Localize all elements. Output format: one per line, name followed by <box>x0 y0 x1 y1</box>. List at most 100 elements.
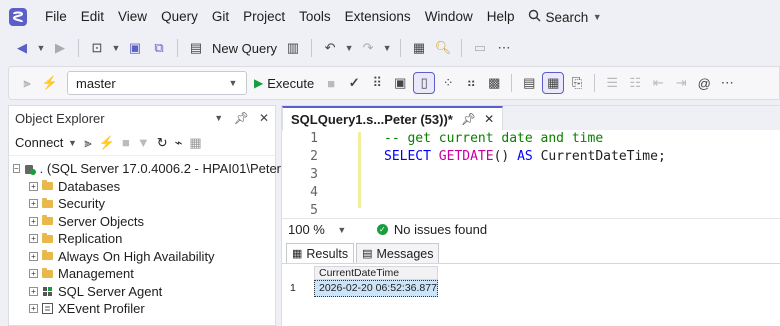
expand-icon[interactable]: + <box>29 304 38 314</box>
tab-results[interactable]: ▦ Results <box>286 243 355 263</box>
estimated-plan-icon[interactable]: ⠿ <box>367 73 387 93</box>
menu-file[interactable]: File <box>38 0 74 34</box>
results-to-file-icon[interactable]: ▯ <box>413 72 436 94</box>
menu-tools[interactable]: Tools <box>292 0 338 34</box>
menu-edit[interactable]: Edit <box>74 0 111 34</box>
save-all-icon[interactable]: ⧉ <box>149 38 169 58</box>
menu-git[interactable]: Git <box>205 0 236 34</box>
save-icon[interactable]: ▣ <box>125 38 145 58</box>
tree-node-replication[interactable]: + Replication <box>9 230 275 248</box>
folder-icon <box>42 250 53 261</box>
menu-help[interactable]: Help <box>480 0 522 34</box>
function-getdate: GETDATE <box>438 149 494 164</box>
change-connection-icon[interactable]: ⚡ <box>40 73 60 93</box>
summary-icon[interactable]: ▦ <box>189 135 201 151</box>
refresh-icon[interactable]: ↻ <box>157 135 168 151</box>
close-icon[interactable]: ✕ <box>259 111 269 125</box>
pin-icon[interactable]: 📌︎ <box>461 112 476 126</box>
server-icon <box>24 163 36 175</box>
menu-extensions[interactable]: Extensions <box>338 0 418 34</box>
line-number: 1 <box>310 131 318 147</box>
tree-node-xevent-profiler[interactable]: + XEvent Profiler <box>9 300 275 318</box>
specify-template-values-icon[interactable]: @ <box>694 73 714 93</box>
disconnect-icon[interactable]: ⚡ <box>99 135 115 151</box>
increase-indent-icon[interactable]: ⇥ <box>671 73 691 93</box>
tree-node-always-on[interactable]: + Always On High Availability <box>9 248 275 266</box>
menu-project[interactable]: Project <box>236 0 292 34</box>
menu-window[interactable]: Window <box>418 0 480 34</box>
new-query-button[interactable]: New Query <box>210 41 279 56</box>
activity-icon[interactable]: ⌁ <box>175 135 183 151</box>
search-button[interactable]: Search ▼ <box>521 9 609 25</box>
zoom-value: 100 % <box>288 222 325 237</box>
menu-query[interactable]: Query <box>154 0 205 34</box>
redo-dropdown-icon[interactable]: ▼ <box>382 43 392 53</box>
execute-button[interactable]: ▶ Execute <box>250 76 318 91</box>
close-icon[interactable]: ✕ <box>484 112 494 126</box>
undo-icon[interactable]: ↶ <box>320 38 340 58</box>
back-icon[interactable]: ◀ <box>12 38 32 58</box>
tree-node-server-objects[interactable]: + Server Objects <box>9 213 275 231</box>
redo-icon[interactable]: ↷ <box>358 38 378 58</box>
more-options-icon[interactable]: ⋯ <box>717 73 737 93</box>
collapse-icon[interactable]: − <box>13 164 20 174</box>
uncomment-lines-icon[interactable]: ☷ <box>625 73 645 93</box>
expand-icon[interactable]: + <box>29 181 38 191</box>
results-to-grid-icon[interactable]: ▦ <box>542 72 565 94</box>
issues-indicator[interactable]: ✓ No issues found <box>376 222 488 237</box>
separator <box>400 39 402 57</box>
expand-icon[interactable]: + <box>29 199 38 209</box>
tree-node-server[interactable]: − . (SQL Server 17.0.4006.2 - HPAI01\Pet… <box>9 160 285 178</box>
tree-node-management[interactable]: + Management <box>9 265 275 283</box>
tree-node-label: SQL Server Agent <box>58 283 163 299</box>
terminal-icon[interactable]: ▭ <box>470 38 490 58</box>
pin-icon[interactable]: 📌︎ <box>234 111 249 125</box>
database-select[interactable]: master ▼ <box>67 71 247 95</box>
tree-node-sql-server-agent[interactable]: + SQL Server Agent <box>9 283 275 301</box>
filter-icon[interactable]: ▼ <box>137 135 150 150</box>
activity-monitor-icon[interactable]: ▦ <box>409 38 429 58</box>
expand-icon[interactable]: + <box>29 286 38 296</box>
expand-icon[interactable]: + <box>29 234 38 244</box>
connect-plug-icon[interactable]: ⫸ <box>84 135 91 151</box>
live-stats-icon[interactable]: ⁘ <box>438 73 458 93</box>
decrease-indent-icon[interactable]: ⇤ <box>648 73 668 93</box>
stop-icon[interactable]: ■ <box>122 135 130 150</box>
stop-icon[interactable]: ■ <box>321 73 341 93</box>
expand-icon[interactable]: + <box>29 251 38 261</box>
client-stats-icon[interactable]: ▩ <box>484 73 504 93</box>
folder-icon <box>42 180 53 191</box>
tab-query[interactable]: SQLQuery1.s...Peter (53))* 📌︎ ✕ <box>282 106 504 130</box>
connect-button[interactable]: Connect ▼ <box>15 135 77 150</box>
new-dropdown-icon[interactable]: ▼ <box>111 43 121 53</box>
back-dropdown-icon[interactable]: ▼ <box>36 43 46 53</box>
query-designer-icon[interactable]: ▣ <box>390 73 410 93</box>
column-header[interactable]: CurrentDateTime <box>314 266 438 280</box>
menu-view[interactable]: View <box>111 0 154 34</box>
tree-node-security[interactable]: + Security <box>9 195 275 213</box>
find-in-files-icon[interactable]: 🔍︎ <box>433 38 453 58</box>
forward-icon[interactable]: ▶ <box>50 38 70 58</box>
tab-messages[interactable]: ▤ Messages <box>356 243 440 263</box>
expand-icon[interactable]: + <box>29 269 38 279</box>
grid-cell[interactable]: 2026-02-20 06:52:36.877 <box>314 280 438 297</box>
connect-icon[interactable]: ⫸ <box>17 73 37 93</box>
zoom-select[interactable]: 100 % ▼ <box>288 222 347 237</box>
panel-menu-icon[interactable]: ▼ <box>214 113 224 123</box>
actual-plan-icon[interactable]: ⠶ <box>461 73 481 93</box>
new-query-icon[interactable]: ▤ <box>186 38 206 58</box>
expand-icon[interactable]: + <box>29 216 38 226</box>
parse-check-icon[interactable]: ✓ <box>344 73 364 93</box>
tree-node-databases[interactable]: + Databases <box>9 178 275 196</box>
undo-dropdown-icon[interactable]: ▼ <box>344 43 354 53</box>
row-number[interactable]: 1 <box>286 280 314 297</box>
results-to-file-alt-icon[interactable]: ⎘ <box>567 73 587 93</box>
database-query-icon[interactable]: ▥ <box>283 38 303 58</box>
more-options-icon[interactable]: ⋯ <box>494 38 514 58</box>
new-project-icon[interactable]: ⊡ <box>87 38 107 58</box>
comment-lines-icon[interactable]: ☰ <box>602 73 622 93</box>
issues-label: No issues found <box>393 222 488 237</box>
tree-node-label: XEvent Profiler <box>58 301 145 317</box>
results-to-text-icon[interactable]: ▤ <box>519 73 539 93</box>
code-editor[interactable]: 1 -- get current date and time 2 SELECT … <box>282 130 780 218</box>
